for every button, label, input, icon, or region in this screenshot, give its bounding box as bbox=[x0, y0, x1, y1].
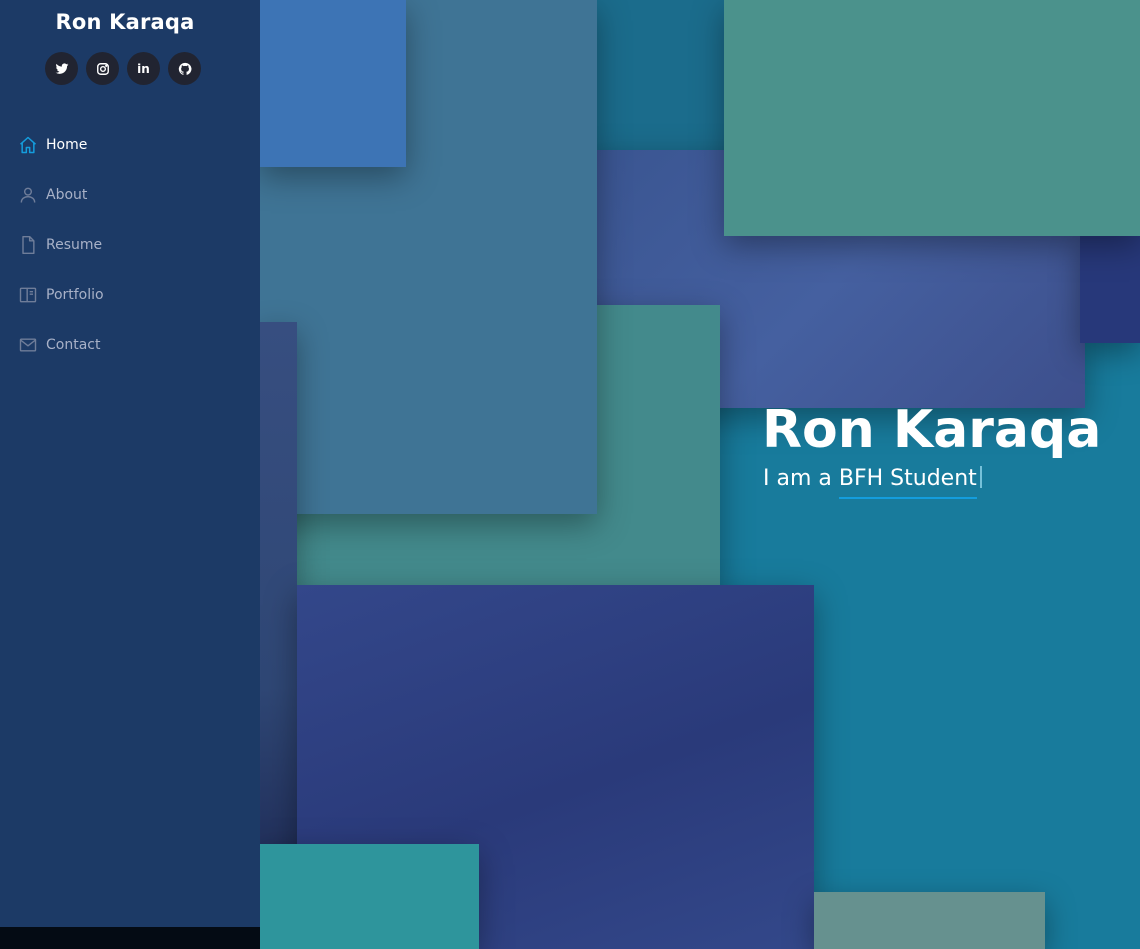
hero-typed-text: BFH Student bbox=[838, 466, 977, 499]
nav-item-resume[interactable]: Resume bbox=[0, 220, 260, 270]
hero-section: Ron Karaqa I am a BFH Student bbox=[260, 0, 1140, 949]
nav-item-about[interactable]: About bbox=[0, 170, 260, 220]
bg-rect bbox=[260, 322, 297, 844]
bg-rect bbox=[260, 844, 479, 949]
nav-item-portfolio[interactable]: Portfolio bbox=[0, 270, 260, 320]
hero-subtitle-prefix: I am a bbox=[763, 466, 839, 491]
file-icon bbox=[18, 235, 38, 255]
bg-rect bbox=[724, 0, 1140, 236]
nav-label-home: Home bbox=[46, 137, 88, 153]
hero-subtitle: I am a BFH Student bbox=[763, 466, 982, 499]
bg-rect bbox=[814, 892, 1045, 949]
nav-item-home[interactable]: Home bbox=[0, 120, 260, 170]
sidebar-footer-bar bbox=[0, 927, 260, 949]
nav-label-resume: Resume bbox=[46, 237, 103, 253]
book-icon bbox=[18, 285, 38, 305]
bg-rect bbox=[590, 0, 730, 152]
instagram-icon bbox=[96, 62, 110, 76]
brand-name[interactable]: Ron Karaqa bbox=[0, 10, 250, 34]
bg-rect bbox=[1080, 235, 1140, 343]
nav-label-contact: Contact bbox=[46, 337, 101, 353]
bg-rect bbox=[260, 0, 406, 167]
typing-cursor bbox=[979, 466, 982, 488]
hero-title: Ron Karaqa bbox=[762, 400, 1102, 460]
github-icon bbox=[178, 62, 192, 76]
person-icon bbox=[18, 185, 38, 205]
nav-label-about: About bbox=[46, 187, 88, 203]
nav-label-portfolio: Portfolio bbox=[46, 287, 104, 303]
linkedin-icon: in bbox=[137, 61, 150, 76]
linkedin-link[interactable]: in bbox=[127, 52, 160, 85]
nav-menu: Home About Resume Portfolio Contact bbox=[0, 120, 260, 370]
github-link[interactable] bbox=[168, 52, 201, 85]
envelope-icon bbox=[18, 335, 38, 355]
nav-item-contact[interactable]: Contact bbox=[0, 320, 260, 370]
twitter-link[interactable] bbox=[45, 52, 78, 85]
instagram-link[interactable] bbox=[86, 52, 119, 85]
home-icon bbox=[18, 135, 38, 155]
sidebar: Ron Karaqa in Home About Resume Portfoli… bbox=[0, 0, 260, 949]
twitter-icon bbox=[55, 62, 69, 76]
social-links: in bbox=[45, 52, 201, 85]
